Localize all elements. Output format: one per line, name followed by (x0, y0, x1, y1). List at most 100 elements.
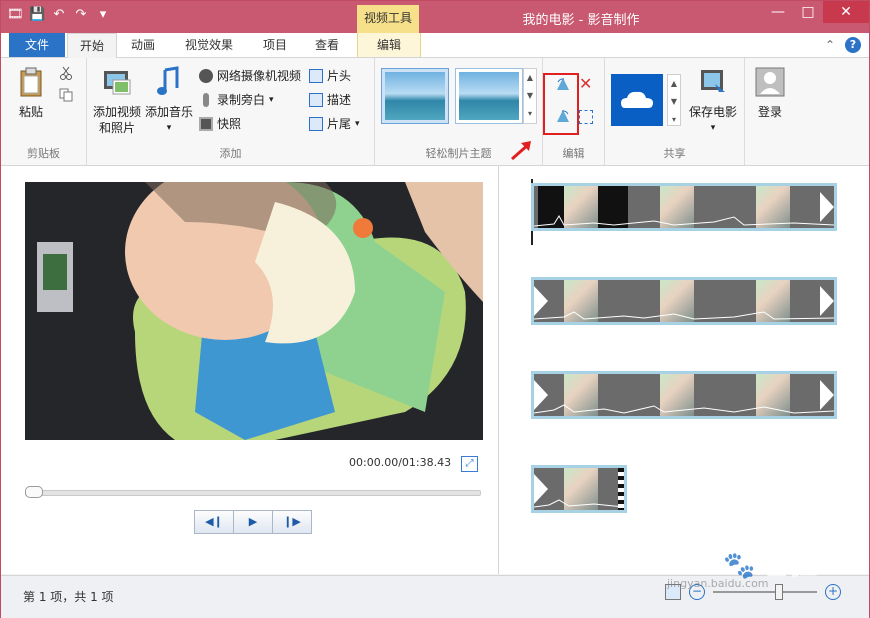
seek-bar[interactable] (25, 490, 481, 496)
microphone-icon (203, 93, 209, 107)
title-button[interactable]: 片头 (309, 66, 351, 86)
narration-dropdown-icon[interactable]: ▾ (269, 90, 274, 110)
copy-icon[interactable] (59, 88, 73, 102)
theme-thumbnail-1[interactable] (381, 68, 449, 124)
credits-dropdown-icon[interactable]: ▾ (355, 114, 360, 134)
help-icon[interactable]: ? (845, 37, 861, 53)
narration-label: 录制旁白 (217, 93, 266, 107)
title-icon (309, 69, 323, 83)
tab-project[interactable]: 项目 (251, 33, 299, 57)
record-narration-button[interactable]: 录制旁白 ▾ (199, 90, 274, 110)
sign-in-button[interactable]: 登录 (749, 66, 791, 120)
share-group-label: 共享 (663, 147, 686, 160)
zoom-thumb[interactable] (775, 584, 783, 600)
clipboard-group-label: 剪贴板 (27, 147, 60, 160)
paste-label: 粘贴 (18, 105, 43, 119)
window-title: 我的电影 - 影音制作 (522, 13, 640, 28)
snapshot-button[interactable]: 快照 (199, 114, 241, 134)
save-icon[interactable]: 💾 (29, 7, 45, 23)
timeline-clip-3[interactable] (531, 371, 837, 419)
cloud-icon (621, 91, 653, 108)
timeline-clip-1[interactable] (531, 183, 837, 231)
caption-button[interactable]: 描述 (309, 90, 351, 110)
clipboard-icon (20, 67, 42, 97)
ribbon-tabs: 文件 开始 动画 视觉效果 项目 查看 编辑 ⌃ ? (1, 33, 869, 59)
webcam-video-button[interactable]: 网络摄像机视频 (199, 66, 301, 86)
group-share: ▲ ▼ ▾ 保存电影 ▾ 共享 (605, 58, 745, 165)
previous-frame-button[interactable]: ◀❙ (194, 510, 234, 534)
tab-home[interactable]: 开始 (67, 33, 117, 59)
credits-icon (309, 117, 323, 131)
snapshot-icon (199, 117, 213, 131)
group-signin: 登录 (745, 58, 795, 165)
play-button[interactable]: ▶ (234, 510, 273, 534)
tab-animations[interactable]: 动画 (119, 33, 167, 57)
music-note-icon (157, 66, 179, 95)
tab-file[interactable]: 文件 (9, 33, 65, 57)
undo-icon[interactable]: ↶ (51, 7, 67, 23)
editing-group-label: 编辑 (562, 147, 585, 160)
theme-thumbnail-2[interactable] (455, 68, 523, 124)
paste-button[interactable]: 粘贴 (11, 66, 51, 120)
title-label: 片头 (327, 69, 352, 83)
ribbon: 粘贴 剪贴板 添加视频 和照片 添加音乐 ▾ 网络摄像机视频 录制旁白 ▾ 快照… (1, 58, 869, 166)
add-music-label: 添加音乐 (144, 105, 193, 119)
item-count: 第 1 项，共 1 项 (23, 590, 114, 604)
add-videos-label-2: 和照片 (98, 121, 135, 135)
remove-icon[interactable]: ✕ (579, 74, 592, 93)
add-videos-label-1: 添加视频 (92, 105, 141, 119)
tab-visual-effects[interactable]: 视觉效果 (177, 33, 241, 57)
add-group-label: 添加 (219, 147, 242, 160)
maximize-button[interactable]: □ (793, 1, 823, 23)
audio-waveform (534, 215, 834, 227)
credits-label: 片尾 (327, 117, 352, 131)
sign-in-label: 登录 (757, 105, 782, 119)
audio-waveform (534, 404, 834, 414)
minimize-button[interactable]: — (763, 1, 793, 23)
fullscreen-icon[interactable]: ⤢ (461, 456, 478, 472)
collapse-ribbon-icon[interactable]: ⌃ (825, 38, 835, 52)
watermark-url: jingyan.baidu.com (667, 577, 769, 590)
zoom-slider[interactable] (713, 584, 817, 600)
zoom-in-icon[interactable]: + (825, 584, 841, 600)
next-frame-button[interactable]: ❙▶ (273, 510, 312, 534)
timeline-clip-4[interactable] (531, 465, 627, 513)
add-music-dropdown-icon[interactable]: ▾ (143, 120, 195, 136)
audio-waveform (534, 499, 624, 508)
add-music-button[interactable]: 添加音乐 ▾ (143, 66, 195, 136)
credits-button[interactable]: 片尾 ▾ (309, 114, 360, 134)
close-button[interactable]: ✕ (823, 1, 869, 23)
caption-label: 描述 (327, 93, 352, 107)
window-controls: — □ ✕ (763, 1, 869, 23)
webcam-icon (199, 69, 213, 83)
select-all-icon[interactable] (579, 110, 593, 124)
tab-edit[interactable]: 编辑 (357, 33, 421, 57)
tab-view[interactable]: 查看 (303, 33, 351, 57)
preview-frame-image (25, 182, 483, 440)
highlight-box (543, 73, 579, 135)
theme-gallery-scroller[interactable]: ▲ ▼ ▾ (523, 68, 537, 124)
seek-thumb[interactable] (25, 486, 43, 498)
caption-icon (309, 93, 323, 107)
title-bar: 🎞 💾 ↶ ↷ ▾ 视频工具 我的电影 - 影音制作 — □ ✕ (1, 1, 869, 33)
theme-image-1 (385, 72, 445, 120)
share-gallery-scroller[interactable]: ▲ ▼ ▾ (667, 74, 681, 126)
redo-icon[interactable]: ↷ (73, 7, 89, 23)
customize-qat-icon[interactable]: ▾ (95, 7, 111, 23)
snapshot-label: 快照 (217, 117, 242, 131)
theme-image-2 (459, 72, 519, 120)
user-icon (755, 67, 785, 97)
save-movie-dropdown-icon[interactable]: ▾ (685, 120, 741, 136)
add-videos-photos-button[interactable]: 添加视频 和照片 (91, 66, 143, 136)
red-arrow-icon (511, 141, 531, 161)
group-clipboard: 粘贴 剪贴板 (1, 58, 87, 165)
timeline-clip-2[interactable] (531, 277, 837, 325)
video-preview[interactable] (25, 182, 483, 440)
cut-icon[interactable] (59, 66, 73, 80)
save-movie-button[interactable]: 保存电影 ▾ (685, 66, 741, 136)
webcam-label: 网络摄像机视频 (217, 69, 302, 83)
audio-waveform (534, 311, 834, 320)
onedrive-button[interactable] (611, 74, 663, 126)
app-icon[interactable]: 🎞 (7, 7, 24, 23)
save-movie-label: 保存电影 (688, 105, 737, 119)
